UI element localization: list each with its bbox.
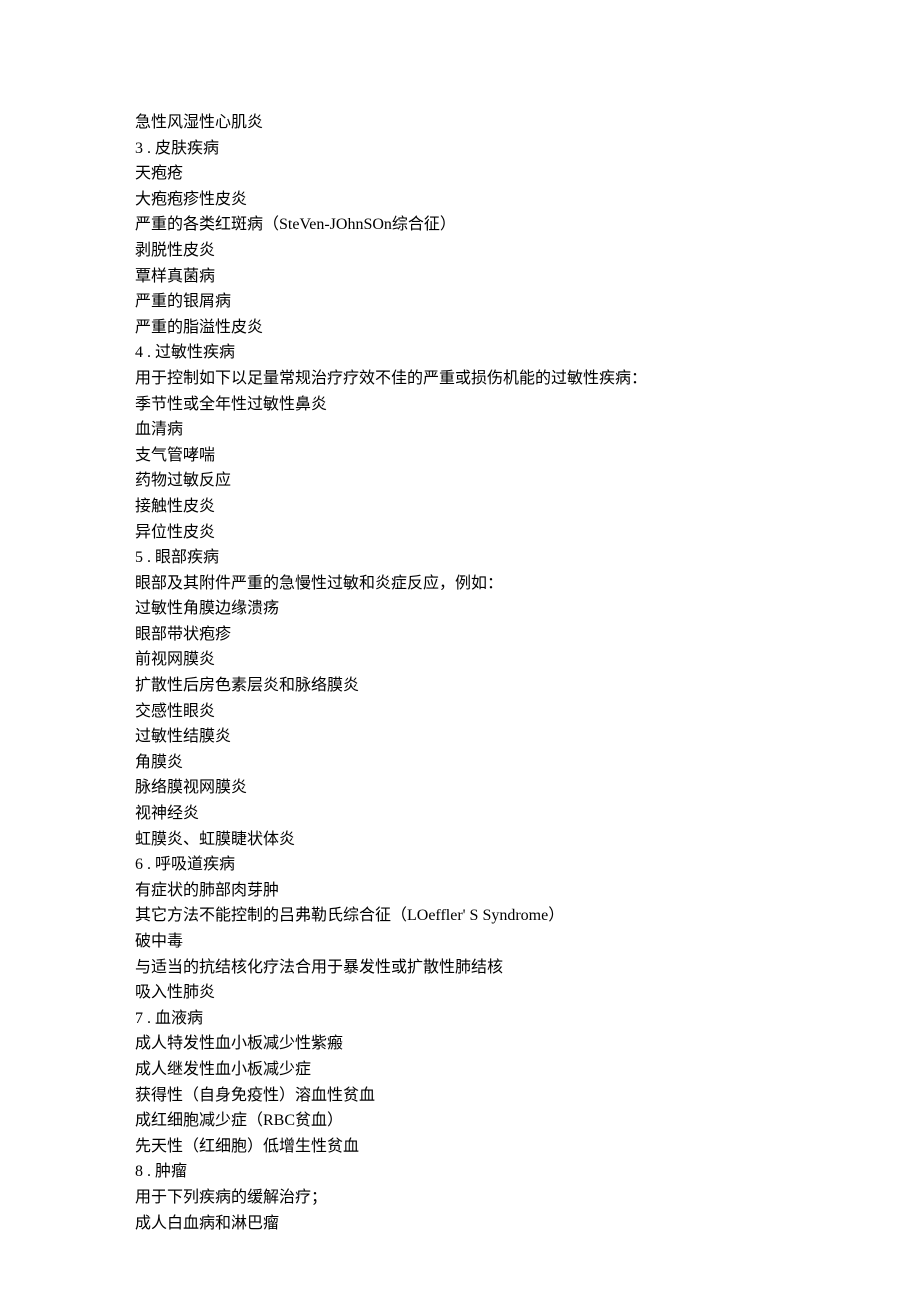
text-line: 支气管哮喘 xyxy=(135,443,785,469)
text-line: 急性风湿性心肌炎 xyxy=(135,110,785,136)
text-line: 剥脱性皮炎 xyxy=(135,238,785,264)
text-line: 严重的各类红斑病（SteVen-JOhnSOn综合征） xyxy=(135,212,785,238)
text-line: 脉络膜视网膜炎 xyxy=(135,775,785,801)
text-line: 4 . 过敏性疾病 xyxy=(135,340,785,366)
text-line: 视神经炎 xyxy=(135,801,785,827)
document-page: 急性风湿性心肌炎 3 . 皮肤疾病 天疱疮 大疱疱疹性皮炎 严重的各类红斑病（S… xyxy=(0,0,920,1301)
text-line: 过敏性角膜边缘溃疡 xyxy=(135,596,785,622)
text-line: 大疱疱疹性皮炎 xyxy=(135,187,785,213)
text-line: 3 . 皮肤疾病 xyxy=(135,136,785,162)
text-line: 成人白血病和淋巴瘤 xyxy=(135,1211,785,1237)
text-line: 严重的脂溢性皮炎 xyxy=(135,315,785,341)
text-line: 吸入性肺炎 xyxy=(135,980,785,1006)
text-line: 眼部带状疱疹 xyxy=(135,622,785,648)
text-line: 成人特发性血小板减少性紫瘢 xyxy=(135,1031,785,1057)
text-line: 眼部及其附件严重的急慢性过敏和炎症反应，例如： xyxy=(135,571,785,597)
text-line: 8 . 肿瘤 xyxy=(135,1159,785,1185)
text-line: 用于控制如下以足量常规治疗疗效不佳的严重或损伤机能的过敏性疾病： xyxy=(135,366,785,392)
text-line: 先天性（红细胞）低增生性贫血 xyxy=(135,1134,785,1160)
text-line: 扩散性后房色素层炎和脉络膜炎 xyxy=(135,673,785,699)
text-line: 过敏性结膜炎 xyxy=(135,724,785,750)
text-line: 用于下列疾病的缓解治疗； xyxy=(135,1185,785,1211)
text-line: 5 . 眼部疾病 xyxy=(135,545,785,571)
text-line: 其它方法不能控制的吕弗勒氏综合征（LOeffler' S Syndrome） xyxy=(135,903,785,929)
text-line: 成人继发性血小板减少症 xyxy=(135,1057,785,1083)
text-line: 6 . 呼吸道疾病 xyxy=(135,852,785,878)
text-line: 7 . 血液病 xyxy=(135,1006,785,1032)
text-line: 血清病 xyxy=(135,417,785,443)
text-line: 破中毒 xyxy=(135,929,785,955)
text-line: 有症状的肺部肉芽肿 xyxy=(135,878,785,904)
text-line: 药物过敏反应 xyxy=(135,468,785,494)
text-line: 前视网膜炎 xyxy=(135,647,785,673)
text-line: 与适当的抗结核化疗法合用于暴发性或扩散性肺结核 xyxy=(135,955,785,981)
text-line: 季节性或全年性过敏性鼻炎 xyxy=(135,392,785,418)
text-line: 天疱疮 xyxy=(135,161,785,187)
text-line: 虹膜炎、虹膜睫状体炎 xyxy=(135,827,785,853)
text-line: 接触性皮炎 xyxy=(135,494,785,520)
text-line: 覃样真菌病 xyxy=(135,264,785,290)
text-line: 角膜炎 xyxy=(135,750,785,776)
text-line: 交感性眼炎 xyxy=(135,699,785,725)
text-line: 严重的银屑病 xyxy=(135,289,785,315)
text-line: 成红细胞减少症（RBC贫血） xyxy=(135,1108,785,1134)
text-line: 获得性（自身免疫性）溶血性贫血 xyxy=(135,1083,785,1109)
text-line: 异位性皮炎 xyxy=(135,520,785,546)
